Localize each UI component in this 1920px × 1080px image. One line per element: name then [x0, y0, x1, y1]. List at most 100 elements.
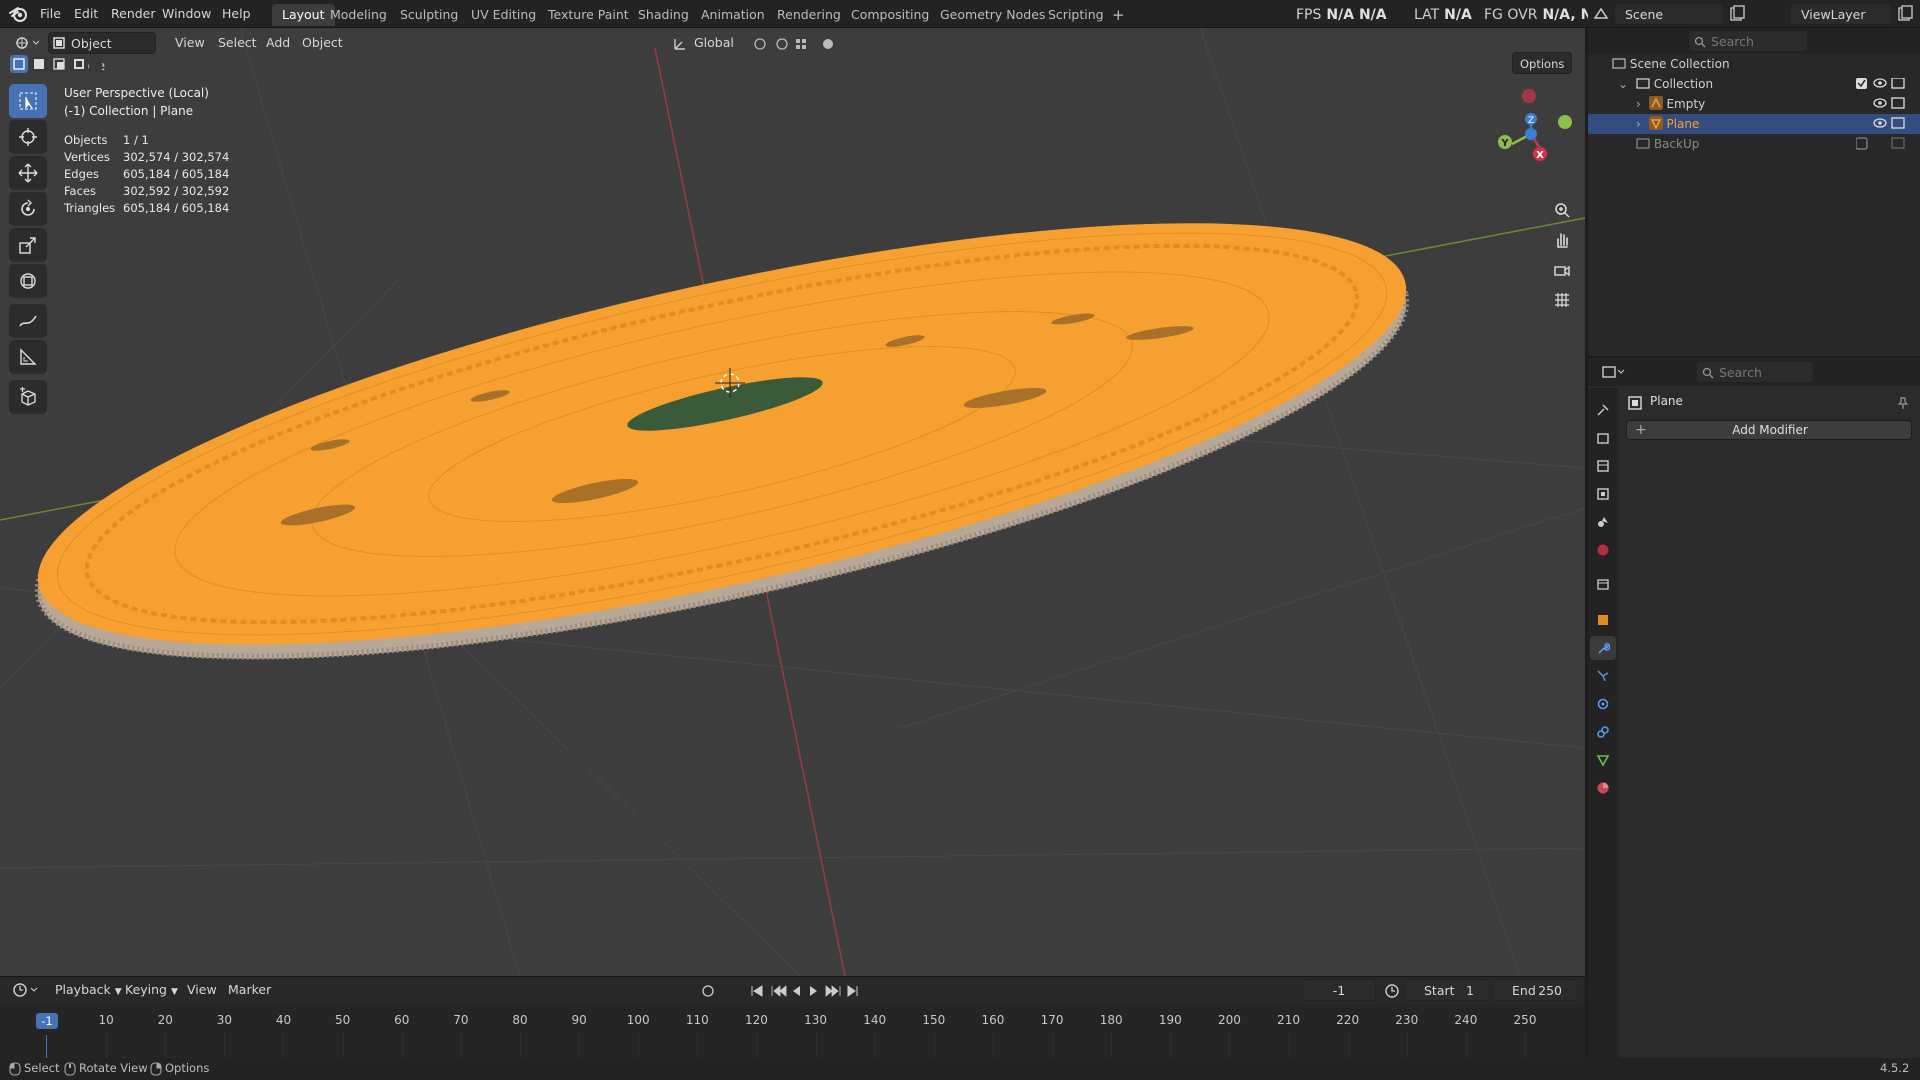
tool-transform[interactable] — [9, 264, 47, 298]
timeline-menu-keying[interactable]: Keying ▼ — [118, 979, 185, 1001]
world-icon — [1597, 544, 1609, 556]
timeline-tick-line — [579, 1033, 581, 1059]
clock-icon[interactable] — [1384, 983, 1400, 999]
timeline-menu-view[interactable]: View — [180, 979, 224, 1001]
timeline-tick-line — [1406, 1033, 1408, 1059]
workspace-tab-shading[interactable]: Shading — [628, 4, 699, 26]
end-frame-field[interactable]: End 250 — [1492, 979, 1578, 1001]
timeline-tick-line — [106, 1033, 108, 1059]
tab-modifiers[interactable] — [1590, 636, 1616, 660]
current-frame-field[interactable]: -1 — [1302, 979, 1376, 1001]
3d-viewport[interactable]: Object Mode View Select Add Object Globa… — [0, 28, 1585, 976]
zoom-button[interactable] — [1548, 196, 1576, 224]
zoom-icon — [1555, 203, 1570, 218]
timeline-tick-line — [992, 1033, 994, 1059]
status-options: Options — [165, 1061, 210, 1075]
tab-world[interactable] — [1590, 538, 1616, 562]
tool-cursor[interactable] — [9, 120, 47, 154]
add-modifier-button[interactable]: + Add Modifier — [1626, 420, 1912, 440]
tool-rotate[interactable] — [9, 192, 47, 226]
move-icon — [18, 163, 38, 183]
tool-move[interactable] — [9, 156, 47, 190]
editor-type-icon[interactable] — [12, 32, 42, 54]
tab-physics[interactable] — [1590, 692, 1616, 716]
tab-scene[interactable] — [1590, 510, 1616, 534]
navigation-gizmo[interactable]: Z Y X — [1486, 86, 1576, 206]
tab-collection[interactable] — [1590, 572, 1616, 596]
workspace-tab-animation[interactable]: Animation — [691, 4, 775, 26]
hud-fg-ovr: FG OVRN/A, N/A — [1484, 7, 1594, 23]
timeline-panel: Playback ▼ Keying ▼ View Marker -1 Start… — [0, 976, 1585, 1059]
timeline-menu-marker[interactable]: Marker — [221, 979, 278, 1001]
pin-icon[interactable] — [1896, 396, 1910, 410]
timeline-tick-line — [165, 1033, 167, 1059]
workspace-tab-uv-editing[interactable]: UV Editing — [461, 4, 546, 26]
tab-object[interactable] — [1590, 608, 1616, 632]
tool-measure[interactable] — [9, 340, 47, 374]
tool-select-box[interactable] — [9, 84, 47, 118]
expand-chevron-icon[interactable]: › — [1636, 97, 1641, 111]
snapping-tools-icons[interactable] — [752, 36, 842, 52]
menu-render[interactable]: Render — [105, 4, 162, 24]
tab-particles[interactable] — [1590, 664, 1616, 688]
search-icon — [1694, 36, 1706, 48]
selection-mode-icons[interactable] — [10, 55, 102, 73]
viewlayer-field[interactable]: ViewLayer — [1790, 3, 1892, 25]
menu-window[interactable]: Window — [156, 4, 217, 24]
tab-tool[interactable] — [1590, 398, 1616, 422]
start-frame-field[interactable]: Start 1 — [1404, 979, 1490, 1001]
workspace-tab-texture-paint[interactable]: Texture Paint — [538, 4, 639, 26]
tool-scale[interactable] — [9, 228, 47, 262]
timeline-tick-label: 10 — [98, 1013, 114, 1027]
tab-view-layer[interactable] — [1590, 482, 1616, 506]
menu-help[interactable]: Help — [216, 4, 257, 24]
timeline-editor-type-icon[interactable] — [10, 979, 40, 1001]
tab-data[interactable] — [1590, 748, 1616, 772]
timeline-menu-playback[interactable]: Playback ▼ — [48, 979, 129, 1001]
new-viewlayer-icon[interactable] — [1894, 3, 1916, 25]
scene-selector-icon[interactable] — [1590, 3, 1612, 25]
viewport-menu-select[interactable]: Select — [211, 32, 264, 54]
timeline-tick-label: 220 — [1336, 1013, 1360, 1027]
viewport-menu-add[interactable]: Add — [259, 32, 297, 54]
properties-editor-type-icon[interactable] — [1600, 361, 1626, 383]
viewport-menu-object[interactable]: Object — [295, 32, 350, 54]
viewport-menu-view[interactable]: View — [168, 32, 212, 54]
camera-view-button[interactable] — [1548, 256, 1576, 284]
tab-material[interactable] — [1590, 776, 1616, 800]
workspace-tab-modeling[interactable]: Modeling — [320, 4, 397, 26]
tab-output[interactable] — [1590, 454, 1616, 478]
expand-chevron-icon[interactable]: › — [1636, 117, 1641, 131]
visibility-toggles[interactable] — [1856, 78, 1916, 158]
properties-object-name: Plane — [1650, 394, 1683, 408]
outliner-search-input[interactable]: Search — [1688, 30, 1808, 52]
ortho-toggle-button[interactable] — [1548, 286, 1576, 314]
tab-render[interactable] — [1590, 426, 1616, 450]
outliner-scene-collection[interactable]: Scene Collection — [1588, 54, 1920, 74]
menu-edit[interactable]: Edit — [68, 4, 104, 24]
pan-button[interactable] — [1548, 226, 1576, 254]
workspace-tab-compositing[interactable]: Compositing — [841, 4, 939, 26]
properties-panel: Search Plane + Add Modifier — [1588, 356, 1920, 1060]
timeline-tick-label: 70 — [453, 1013, 469, 1027]
tool-annotate[interactable] — [9, 304, 47, 338]
timeline-tick-label: 210 — [1277, 1013, 1300, 1027]
workspace-tab-rendering[interactable]: Rendering — [767, 4, 851, 26]
add-workspace-button[interactable]: + — [1102, 4, 1135, 26]
tab-constraints[interactable] — [1590, 720, 1616, 744]
add-modifier-label: Add Modifier — [1732, 423, 1808, 437]
properties-tabs — [1588, 388, 1618, 1060]
blender-logo-icon[interactable] — [9, 5, 29, 23]
playhead-frame-badge[interactable]: -1 — [36, 1013, 58, 1029]
workspace-tab-sculpting[interactable]: Sculpting — [390, 4, 468, 26]
timeline-tick-label: 190 — [1158, 1013, 1182, 1027]
playback-controls[interactable] — [700, 983, 860, 999]
menu-file[interactable]: File — [34, 4, 67, 24]
new-scene-icon[interactable] — [1726, 3, 1748, 25]
collapse-chevron-icon[interactable]: ⌄ — [1618, 77, 1628, 91]
options-dropdown[interactable]: Options — [1512, 52, 1573, 74]
tool-add-cube[interactable] — [9, 380, 47, 414]
scene-field[interactable]: Scene — [1614, 3, 1724, 25]
timeline-tick-label: 250 — [1513, 1013, 1537, 1027]
workspace-tab-geometry-nodes[interactable]: Geometry Nodes — [930, 4, 1055, 26]
